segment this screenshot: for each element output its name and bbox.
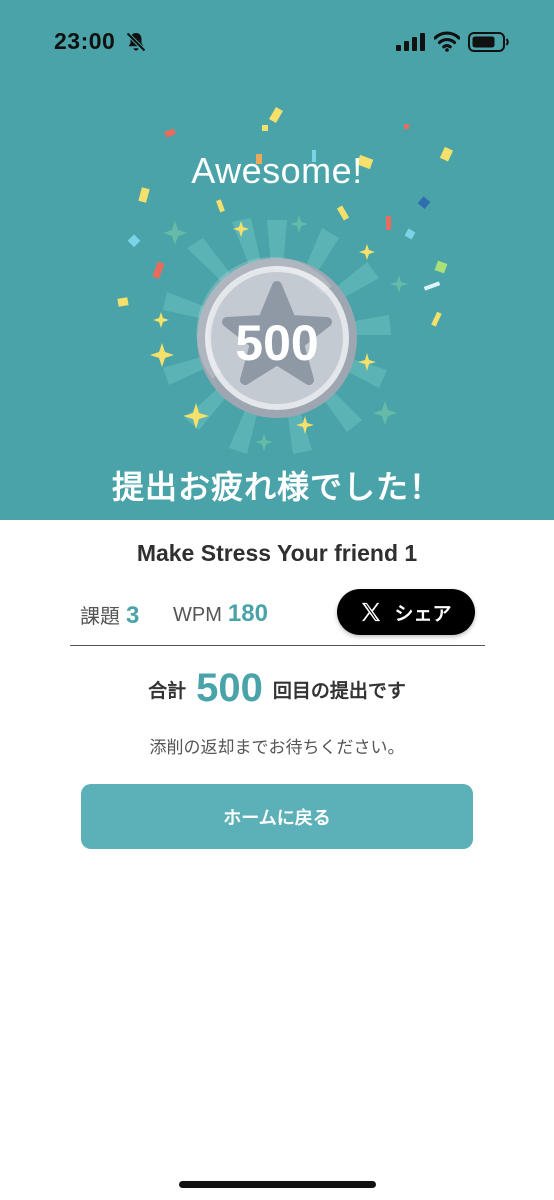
home-indicator[interactable]: [179, 1181, 376, 1188]
assignment-title: Make Stress Your friend 1: [136, 540, 418, 566]
share-label: シェア: [394, 603, 452, 625]
medal-badge: 500: [150, 215, 408, 454]
total-count: 500: [196, 666, 263, 710]
total-submissions: 合計 500 回目の提出です: [0, 666, 554, 711]
wait-message: 添削の返却までお待ちください。: [149, 738, 405, 757]
total-suffix: 回目の提出です: [272, 681, 406, 702]
hero-title: 提出お疲れ様でした！: [111, 469, 442, 505]
total-prefix: 合計: [148, 681, 187, 702]
wpm-label: WPM: [173, 604, 222, 626]
wpm-value: 180: [227, 600, 268, 627]
wpm-stat: WPM 180: [173, 600, 268, 628]
awesome-heading: Awesome!: [191, 150, 363, 191]
stats-row: 課題 3 WPM 180 シェア: [70, 589, 485, 646]
assignment-stat: 課題 3: [80, 600, 139, 630]
assignment-label: 課題: [80, 606, 120, 628]
x-logo-icon: [362, 602, 381, 622]
home-button[interactable]: ホームに戻る: [81, 784, 473, 849]
assignment-value: 3: [126, 602, 140, 629]
medal-number: 500: [235, 315, 318, 371]
celebration-hero: 23:00 Awesome! 500 提出お疲れ様でした！: [0, 0, 554, 520]
share-button[interactable]: シェア: [337, 589, 475, 635]
